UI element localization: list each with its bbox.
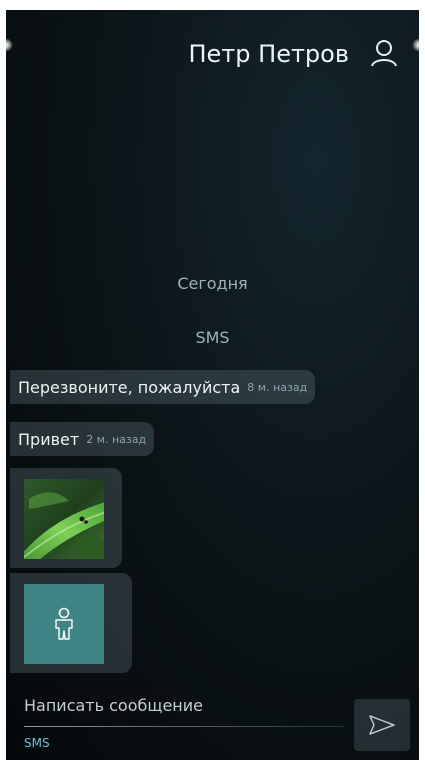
- input-underline: [24, 726, 344, 727]
- message-bubble[interactable]: Привет 2 м. назад: [10, 422, 155, 456]
- date-separator: Сегодня: [177, 274, 248, 293]
- image-attachment-bubble[interactable]: [10, 468, 122, 568]
- send-button[interactable]: [354, 699, 410, 751]
- message-bubble[interactable]: Перезвоните, пожалуйста 8 м. назад: [10, 370, 316, 404]
- message-text: Перезвоните, пожалуйста: [18, 377, 241, 397]
- photo-thumbnail[interactable]: [24, 479, 104, 559]
- edge-glow-right: [412, 38, 419, 52]
- person-contact-icon: [55, 607, 73, 640]
- vcard-thumbnail[interactable]: [24, 584, 104, 664]
- leaf-photo-icon: [24, 479, 104, 559]
- contact-name[interactable]: Петр Петров: [188, 40, 349, 68]
- send-icon: [369, 715, 395, 735]
- message-text: Привет: [18, 429, 80, 449]
- message-time: 8 м. назад: [247, 380, 308, 394]
- messaging-screen: Петр Петров Сегодня SMS Перезвоните, пож…: [6, 10, 419, 760]
- channel-separator: SMS: [195, 328, 230, 347]
- person-icon[interactable]: [369, 38, 399, 68]
- compose-channel-label[interactable]: SMS: [24, 736, 50, 750]
- edge-glow-left: [6, 38, 13, 52]
- message-time: 2 м. назад: [86, 432, 147, 446]
- message-input[interactable]: [24, 696, 344, 715]
- contact-attachment-bubble[interactable]: [10, 573, 132, 673]
